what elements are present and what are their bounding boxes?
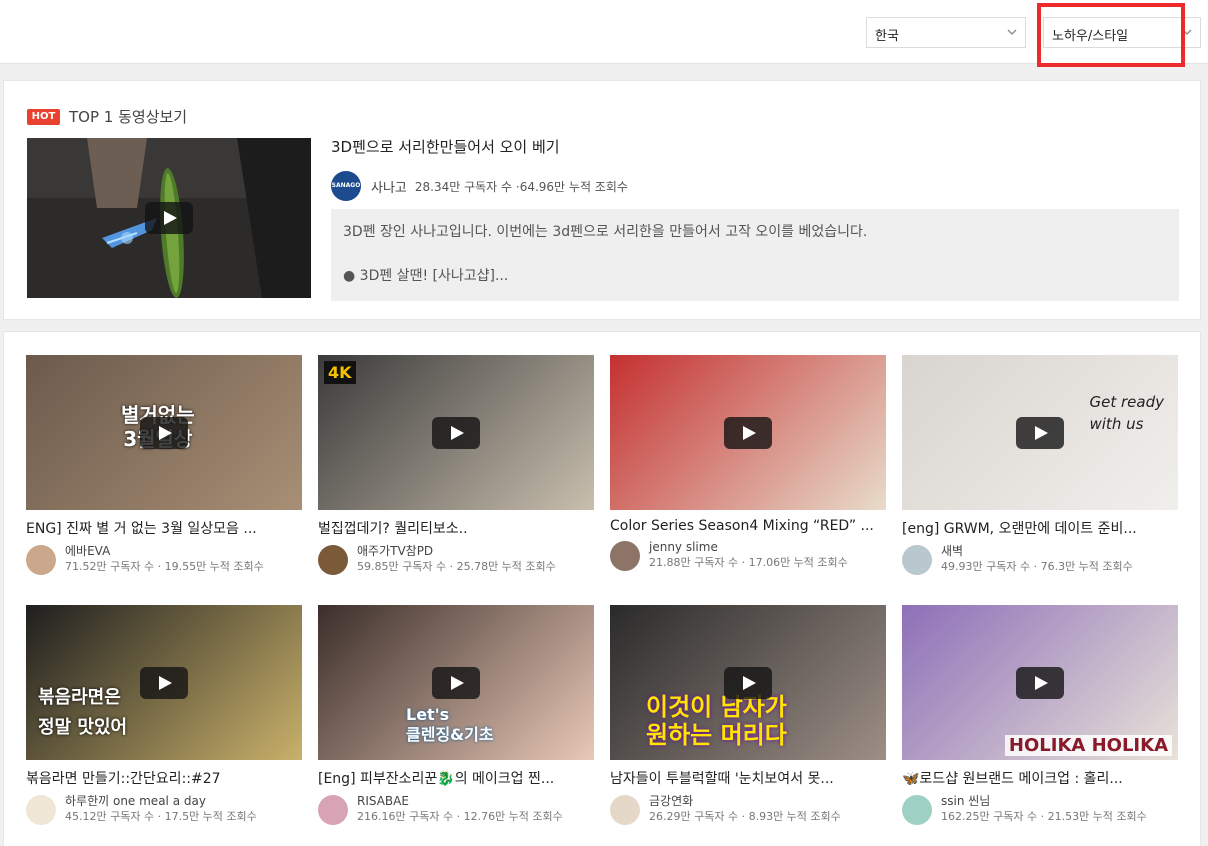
video-meta: jenny slime 21.88만 구독자 수 · 17.06만 누적 조회수 <box>610 539 886 571</box>
video-title[interactable]: 🦋로드샵 원브랜드 메이크업 : 홀리... <box>902 768 1178 788</box>
play-icon <box>724 416 772 449</box>
video-thumbnail[interactable]: 별거없는 3월일상 <box>26 355 302 510</box>
channel-avatar[interactable] <box>610 795 640 825</box>
video-title[interactable]: Color Series Season4 Mixing “RED” ... <box>610 518 886 534</box>
thumbnail-overlay-text: Let's 클렌징&기초 <box>406 705 494 744</box>
hot-label: TOP 1 동영상보기 <box>69 108 188 126</box>
channel-info: 애주가TV참PD 59.85만 구독자 수 · 25.78만 누적 조회수 <box>357 543 556 575</box>
thumbnail-overlay-text: HOLIKA HOLIKA <box>1004 735 1172 756</box>
video-card-2[interactable]: 4K 벌집껍데기? 퀄리티보소.. 애주가TV참PD 59.85만 구독자 수 … <box>318 355 594 595</box>
country-select[interactable]: 한국 <box>866 17 1026 48</box>
category-select[interactable]: 노하우/스타일 <box>1043 17 1201 48</box>
play-icon <box>145 202 193 234</box>
play-icon <box>724 666 772 699</box>
channel-stats: 59.85만 구독자 수 · 25.78만 누적 조회수 <box>357 560 556 573</box>
video-grid-panel: 별거없는 3월일상 ENG] 진짜 별 거 없는 3월 일상모음 ... 에바E… <box>3 331 1201 846</box>
channel-info: RISABAE 216.16만 구독자 수 · 12.76만 누적 조회수 <box>357 793 563 825</box>
country-select-value: 한국 <box>875 29 899 44</box>
hot-description-line: ● 3D펜 살땐! [사나고샵]... <box>343 268 509 284</box>
channel-stats: 45.12만 구독자 수 · 17.5만 누적 조회수 <box>65 810 257 823</box>
video-thumbnail[interactable]: HOLIKA HOLIKA <box>902 605 1178 760</box>
play-icon <box>140 666 188 699</box>
channel-info: jenny slime 21.88만 구독자 수 · 17.06만 누적 조회수 <box>649 539 848 571</box>
channel-avatar[interactable] <box>26 795 56 825</box>
video-thumbnail[interactable]: Let's 클렌징&기초 <box>318 605 594 760</box>
channel-name[interactable]: 금강연화 <box>649 793 841 809</box>
channel-stats: 71.52만 구독자 수 · 19.55만 누적 조회수 <box>65 560 264 573</box>
hot-description-line: 3D펜 장인 사나고입니다. 이번에는 3d펜으로 서리한을 만들어서 고작 오… <box>343 224 868 240</box>
play-icon <box>140 416 188 449</box>
video-thumbnail[interactable] <box>610 355 886 510</box>
channel-info: 하루한끼 one meal a day 45.12만 구독자 수 · 17.5만… <box>65 793 257 825</box>
channel-stats: 49.93만 구독자 수 · 76.3만 누적 조회수 <box>941 560 1133 573</box>
category-select-value: 노하우/스타일 <box>1052 29 1129 44</box>
video-meta: 새벽 49.93만 구독자 수 · 76.3만 누적 조회수 <box>902 543 1178 575</box>
channel-info: ssin 씬님 162.25만 구독자 수 · 21.53만 누적 조회수 <box>941 793 1147 825</box>
video-card-4[interactable]: Get ready with us [eng] GRWM, 오랜만에 데이트 준… <box>902 355 1178 595</box>
channel-avatar[interactable] <box>26 545 56 575</box>
play-icon <box>432 416 480 449</box>
channel-avatar[interactable] <box>318 795 348 825</box>
channel-info: 새벽 49.93만 구독자 수 · 76.3만 누적 조회수 <box>941 543 1133 575</box>
video-thumbnail[interactable]: Get ready with us <box>902 355 1178 510</box>
thumbnail-overlay-text: 4K <box>324 361 356 384</box>
video-card-6[interactable]: Let's 클렌징&기초 [Eng] 피부잔소리꾼🐉의 메이크업 찐... RI… <box>318 605 594 845</box>
video-title[interactable]: 볶음라면 만들기::간단요리::#27 <box>26 768 302 788</box>
channel-avatar[interactable] <box>610 541 640 571</box>
channel-info: 에바EVA 71.52만 구독자 수 · 19.55만 누적 조회수 <box>65 543 264 575</box>
hot-channel-avatar[interactable]: SANAGO <box>331 171 361 201</box>
thumbnail-overlay-text: 이것이 남자가 원하는 머리다 <box>646 693 787 749</box>
video-meta: RISABAE 216.16만 구독자 수 · 12.76만 누적 조회수 <box>318 793 594 825</box>
filter-bar: 한국 노하우/스타일 <box>0 0 1208 64</box>
channel-avatar[interactable] <box>902 795 932 825</box>
chevron-down-icon <box>1007 29 1017 35</box>
channel-name[interactable]: ssin 씬님 <box>941 793 1147 809</box>
hot-channel-name[interactable]: 사나고 <box>371 177 407 196</box>
video-meta: 애주가TV참PD 59.85만 구독자 수 · 25.78만 누적 조회수 <box>318 543 594 575</box>
video-title[interactable]: ENG] 진짜 별 거 없는 3월 일상모음 ... <box>26 518 302 538</box>
hot-badge: HOT <box>27 109 60 125</box>
video-card-1[interactable]: 별거없는 3월일상 ENG] 진짜 별 거 없는 3월 일상모음 ... 에바E… <box>26 355 302 595</box>
video-card-5[interactable]: 볶음라면은 정말 맛있어 볶음라면 만들기::간단요리::#27 하루한끼 on… <box>26 605 302 845</box>
channel-name[interactable]: 애주가TV참PD <box>357 543 556 559</box>
play-icon <box>432 666 480 699</box>
channel-name[interactable]: 에바EVA <box>65 543 264 559</box>
hot-video-title[interactable]: 3D펜으로 서리한만들어서 오이 베기 <box>331 136 560 157</box>
play-icon <box>1016 666 1064 699</box>
video-thumbnail[interactable]: 이것이 남자가 원하는 머리다 <box>610 605 886 760</box>
video-title[interactable]: [eng] GRWM, 오랜만에 데이트 준비... <box>902 518 1178 538</box>
channel-name[interactable]: 새벽 <box>941 543 1133 559</box>
video-meta: 에바EVA 71.52만 구독자 수 · 19.55만 누적 조회수 <box>26 543 302 575</box>
video-thumbnail[interactable]: 4K <box>318 355 594 510</box>
channel-name[interactable]: 하루한끼 one meal a day <box>65 793 257 809</box>
video-meta: 하루한끼 one meal a day 45.12만 구독자 수 · 17.5만… <box>26 793 302 825</box>
thumbnail-overlay-text: 볶음라면은 정말 맛있어 <box>38 687 128 738</box>
hot-video-panel: HOT TOP 1 동영상보기 3D펜으로 서리한만들어서 오이 베기 SANA… <box>3 80 1201 320</box>
play-icon <box>1016 416 1064 449</box>
video-meta: ssin 씬님 162.25만 구독자 수 · 21.53만 누적 조회수 <box>902 793 1178 825</box>
video-card-8[interactable]: HOLIKA HOLIKA 🦋로드샵 원브랜드 메이크업 : 홀리... ssi… <box>902 605 1178 845</box>
channel-avatar[interactable] <box>902 545 932 575</box>
thumbnail-overlay-text: Get ready with us <box>1089 393 1165 433</box>
chevron-down-icon <box>1182 29 1192 35</box>
video-meta: 금강연화 26.29만 구독자 수 · 8.93만 누적 조회수 <box>610 793 886 825</box>
channel-stats: 162.25만 구독자 수 · 21.53만 누적 조회수 <box>941 810 1147 823</box>
hot-video-description: 3D펜 장인 사나고입니다. 이번에는 3d펜으로 서리한을 만들어서 고작 오… <box>331 209 1179 301</box>
channel-stats: 216.16만 구독자 수 · 12.76만 누적 조회수 <box>357 810 563 823</box>
channel-name[interactable]: jenny slime <box>649 539 848 555</box>
video-card-7[interactable]: 이것이 남자가 원하는 머리다 남자들이 투블럭할때 '눈치보여서 못... 금… <box>610 605 886 845</box>
video-thumbnail[interactable]: 볶음라면은 정말 맛있어 <box>26 605 302 760</box>
channel-stats: 26.29만 구독자 수 · 8.93만 누적 조회수 <box>649 810 841 823</box>
hot-channel-stats: 28.34만 구독자 수 ·64.96만 누적 조회수 <box>414 179 628 194</box>
channel-stats: 21.88만 구독자 수 · 17.06만 누적 조회수 <box>649 556 848 569</box>
channel-avatar[interactable] <box>318 545 348 575</box>
video-title[interactable]: 벌집껍데기? 퀄리티보소.. <box>318 518 594 538</box>
channel-info: 금강연화 26.29만 구독자 수 · 8.93만 누적 조회수 <box>649 793 841 825</box>
video-card-3[interactable]: Color Series Season4 Mixing “RED” ... je… <box>610 355 886 595</box>
hot-video-thumbnail[interactable] <box>27 138 311 298</box>
hot-channel-row: SANAGO 사나고 28.34만 구독자 수 ·64.96만 누적 조회수 <box>331 171 628 201</box>
video-title[interactable]: 남자들이 투블럭할때 '눈치보여서 못... <box>610 768 886 788</box>
video-title[interactable]: [Eng] 피부잔소리꾼🐉의 메이크업 찐... <box>318 768 594 788</box>
channel-name[interactable]: RISABAE <box>357 793 563 809</box>
